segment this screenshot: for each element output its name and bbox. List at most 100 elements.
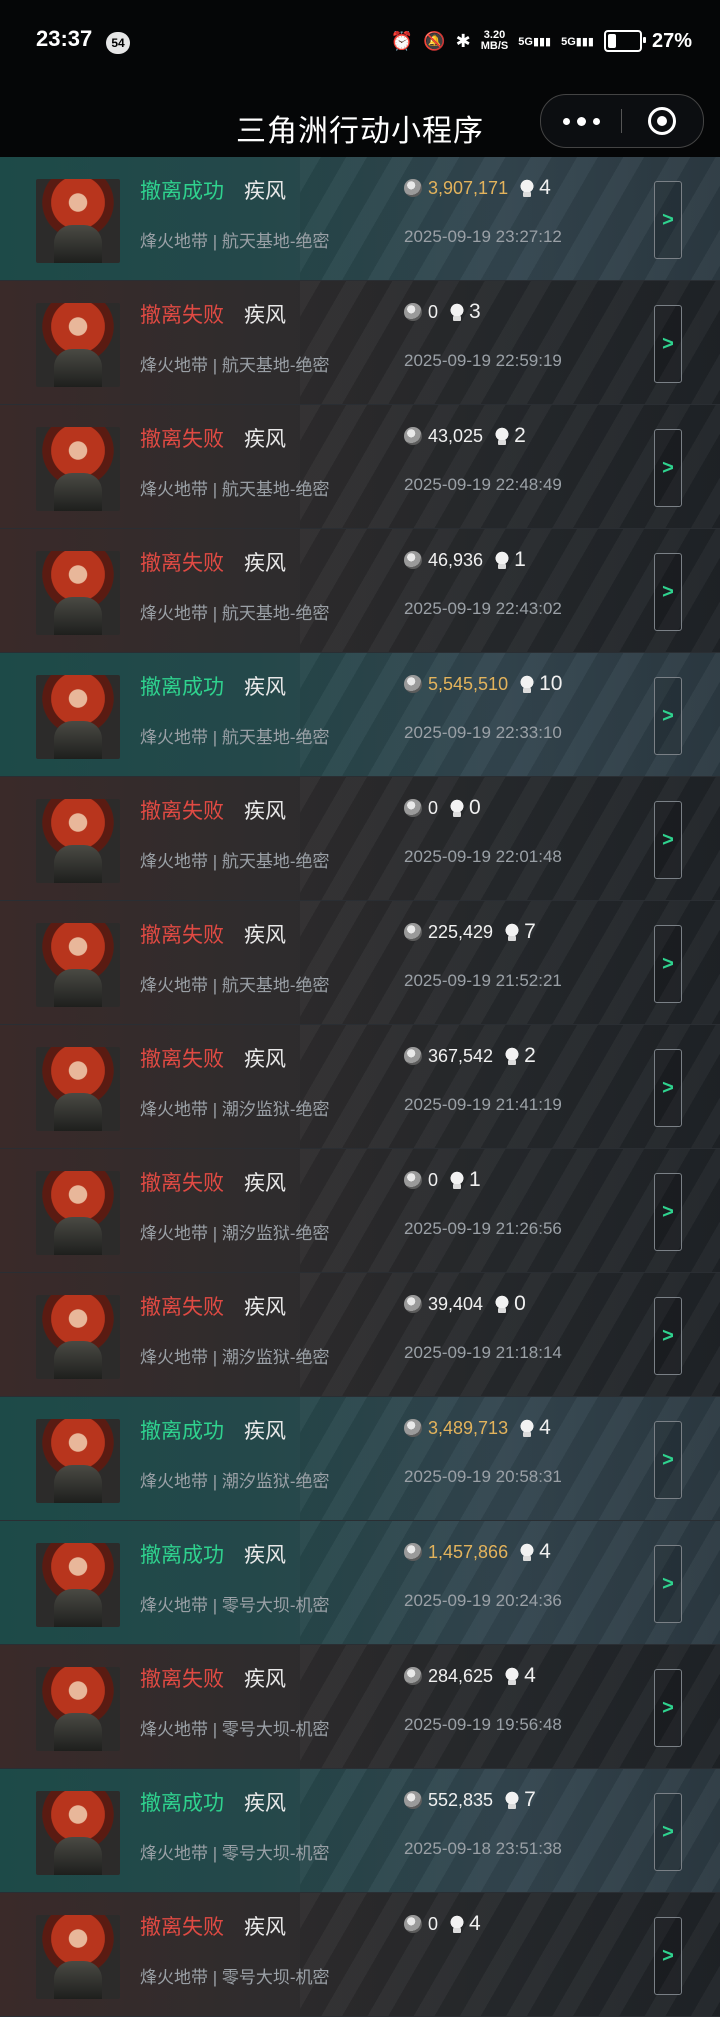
match-datetime: 2025-09-19 22:48:49 [404,475,562,494]
map-mode: 烽火地带 | 零号大坝-机密 [140,1720,330,1739]
match-record-row[interactable]: 撤离失败 疾风 烽火地带 | 零号大坝-机密 284,625 4 2025-09… [0,1645,720,1769]
skull-icon [448,303,467,321]
record-detail-button[interactable]: > [654,1669,682,1747]
alarm-icon: ⏰ [390,30,414,51]
record-detail-button[interactable]: > [654,1545,682,1623]
record-detail-button[interactable]: > [654,1049,682,1127]
extraction-status: 撤离失败 [140,1916,224,1939]
extraction-status: 撤离失败 [140,1048,224,1071]
match-record-row[interactable]: 撤离失败 疾风 烽火地带 | 航天基地-绝密 0 0 2025-09-19 22… [0,777,720,901]
coin-icon [404,1667,422,1685]
extraction-status: 撤离失败 [140,428,224,451]
skull-icon [518,675,537,693]
loot-value-group: 225,429 7 [404,920,536,944]
status-time: 23:37 [36,26,93,51]
extraction-status: 撤离失败 [140,924,224,947]
map-mode: 烽火地带 | 零号大坝-机密 [140,1968,330,1987]
match-datetime: 2025-09-19 21:41:19 [404,1095,562,1114]
match-record-row[interactable]: 撤离成功 疾风 烽火地带 | 航天基地-绝密 3,907,171 4 2025-… [0,157,720,281]
loot-value: 43,025 [428,425,484,446]
map-mode: 烽火地带 | 潮汐监狱-绝密 [140,1348,330,1367]
record-detail-button[interactable]: > [654,925,682,1003]
loot-value: 0 [428,1913,439,1934]
operator-name: 疾风 [244,1048,286,1071]
kill-count: 7 [524,1788,536,1811]
extraction-status: 撤离失败 [140,1296,224,1319]
map-mode: 烽火地带 | 航天基地-绝密 [140,356,330,375]
more-dot-icon [562,117,570,125]
signal-5g-icon-2: 5G▮▮▮ [561,35,594,48]
record-detail-button[interactable]: > [654,677,682,755]
map-mode: 烽火地带 | 航天基地-绝密 [140,728,330,747]
record-detail-button[interactable]: > [654,801,682,879]
more-button[interactable] [541,95,621,147]
kill-count: 1 [514,548,526,571]
match-record-row[interactable]: 撤离成功 疾风 烽火地带 | 零号大坝-机密 552,835 7 2025-09… [0,1769,720,1893]
operator-name: 疾风 [244,180,286,203]
match-record-row[interactable]: 撤离失败 疾风 烽火地带 | 潮汐监狱-绝密 39,404 0 2025-09-… [0,1273,720,1397]
operator-avatar [36,179,120,263]
extraction-status: 撤离失败 [140,304,224,327]
more-dot-icon [576,116,586,126]
match-record-row[interactable]: 撤离成功 疾风 烽火地带 | 零号大坝-机密 1,457,866 4 2025-… [0,1521,720,1645]
close-miniprogram-button[interactable] [622,95,702,147]
operator-avatar [36,1915,120,1999]
coin-icon [404,427,422,445]
match-record-row[interactable]: 撤离失败 疾风 烽火地带 | 零号大坝-机密 0 4 > [0,1893,720,2017]
record-detail-button[interactable]: > [654,1917,682,1995]
record-detail-button[interactable]: > [654,553,682,631]
operator-avatar [36,799,120,883]
skull-icon [518,179,537,197]
match-record-row[interactable]: 撤离成功 疾风 烽火地带 | 潮汐监狱-绝密 3,489,713 4 2025-… [0,1397,720,1521]
record-detail-button[interactable]: > [654,429,682,507]
operator-name: 疾风 [244,1916,286,1939]
match-record-row[interactable]: 撤离失败 疾风 烽火地带 | 航天基地-绝密 43,025 2 2025-09-… [0,405,720,529]
kill-count: 0 [469,796,481,819]
operator-name: 疾风 [244,304,286,327]
operator-name: 疾风 [244,676,286,699]
loot-value: 1,457,866 [428,1541,509,1562]
match-datetime: 2025-09-19 21:52:21 [404,971,562,990]
record-detail-button[interactable]: > [654,181,682,259]
coin-icon [404,923,422,941]
record-detail-button[interactable]: > [654,1793,682,1871]
operator-name: 疾风 [244,1420,286,1443]
match-datetime: 2025-09-19 22:43:02 [404,599,562,618]
status-icons: ⏰ 🔕 ✱ 3.20 MB/S 5G▮▮▮ 5G▮▮▮ 27% [391,26,692,56]
operator-avatar [36,1667,120,1751]
record-detail-button[interactable]: > [654,1297,682,1375]
signal-5g-icon: 5G▮▮▮ [518,35,552,48]
map-mode: 烽火地带 | 潮汐监狱-绝密 [140,1472,330,1491]
match-record-row[interactable]: 撤离失败 疾风 烽火地带 | 航天基地-绝密 0 3 2025-09-19 22… [0,281,720,405]
more-dot-icon [592,117,600,125]
bluetooth-icon: ✱ [455,30,471,51]
operator-name: 疾风 [244,1668,286,1691]
net-speed: 3.20 MB/S [481,30,509,52]
kill-count: 3 [469,300,481,323]
match-record-row[interactable]: 撤离成功 疾风 烽火地带 | 航天基地-绝密 5,545,510 10 2025… [0,653,720,777]
record-detail-button[interactable]: > [654,1421,682,1499]
match-datetime: 2025-09-19 21:18:14 [404,1343,562,1362]
record-detail-button[interactable]: > [654,1173,682,1251]
operator-name: 疾风 [244,552,286,575]
loot-value: 3,907,171 [428,177,509,198]
loot-value-group: 0 0 [404,796,481,820]
extraction-status: 撤离失败 [140,552,224,575]
extraction-status: 撤离失败 [140,1668,224,1691]
record-detail-button[interactable]: > [654,305,682,383]
kill-count: 10 [539,672,563,695]
match-record-row[interactable]: 撤离失败 疾风 烽火地带 | 潮汐监狱-绝密 367,542 2 2025-09… [0,1025,720,1149]
battery-percent: 27% [651,29,692,52]
notification-badge: 54 [106,32,130,54]
match-datetime: 2025-09-19 22:59:19 [404,351,562,370]
operator-avatar [36,551,120,635]
map-mode: 烽火地带 | 航天基地-绝密 [140,976,330,995]
operator-avatar [36,1543,120,1627]
loot-value: 0 [428,1169,439,1190]
match-record-row[interactable]: 撤离失败 疾风 烽火地带 | 航天基地-绝密 46,936 1 2025-09-… [0,529,720,653]
match-record-row[interactable]: 撤离失败 疾风 烽火地带 | 航天基地-绝密 225,429 7 2025-09… [0,901,720,1025]
match-datetime: 2025-09-19 20:24:36 [404,1591,562,1610]
kill-count: 4 [469,1912,481,1935]
extraction-status: 撤离成功 [140,1544,224,1567]
match-record-row[interactable]: 撤离失败 疾风 烽火地带 | 潮汐监狱-绝密 0 1 2025-09-19 21… [0,1149,720,1273]
